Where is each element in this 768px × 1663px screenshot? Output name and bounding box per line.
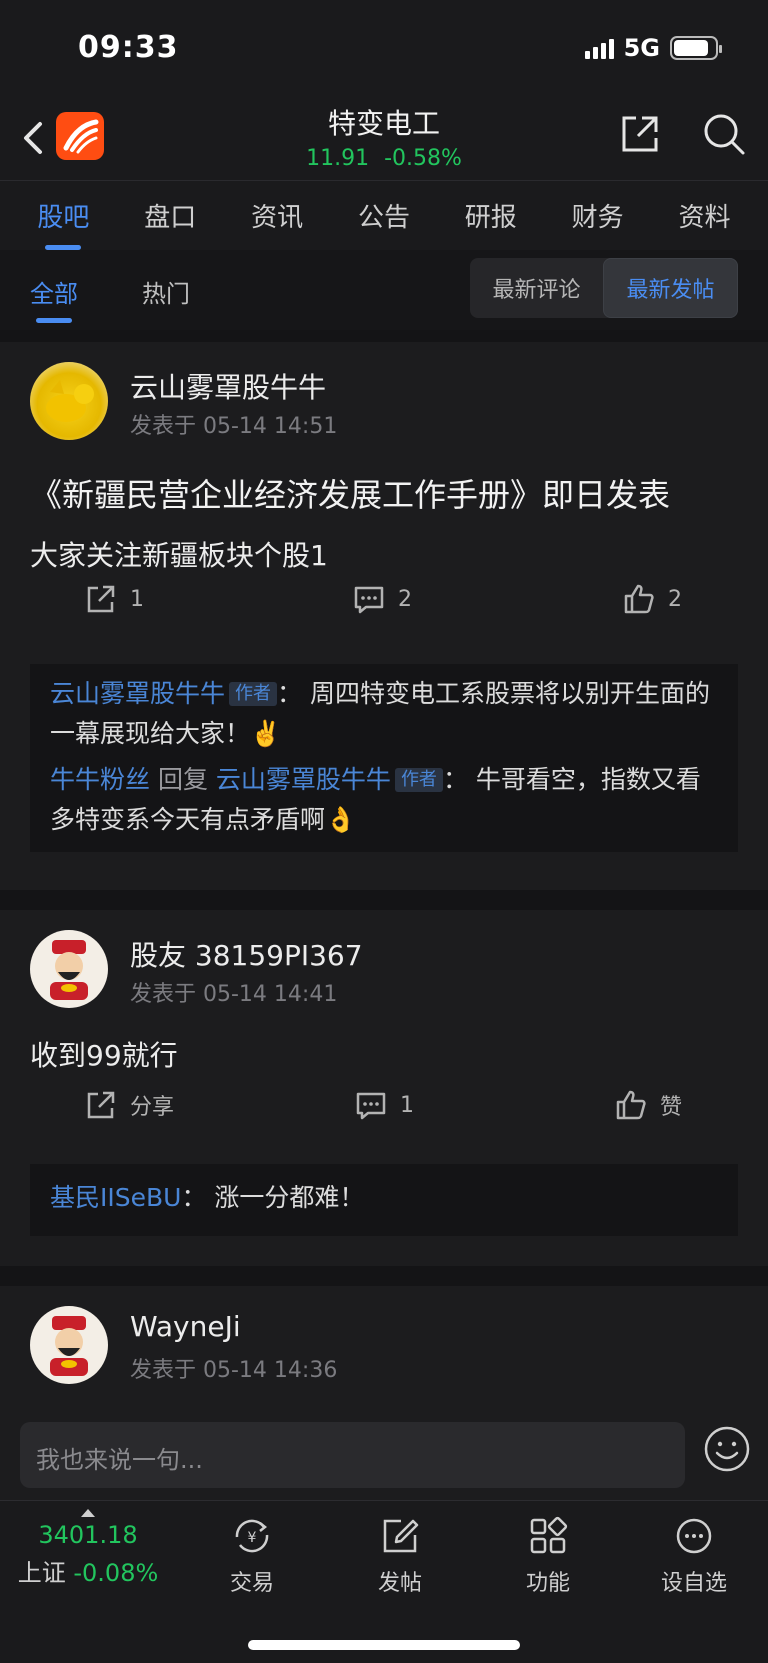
share-icon[interactable] [616, 110, 664, 158]
battery-icon [670, 36, 722, 60]
like-label: 赞 [660, 1095, 683, 1120]
post-like-button[interactable]: 2 [622, 582, 682, 616]
reply-text: ： 涨一分都难！ [181, 1183, 365, 1212]
tab-pankou[interactable]: 盘口 [144, 197, 196, 234]
tab-finance[interactable]: 财务 [572, 197, 624, 234]
index-name: 上证 [17, 1559, 66, 1587]
home-indicator[interactable] [248, 1640, 520, 1650]
subtab-all[interactable]: 全部 [30, 274, 78, 323]
reply-box[interactable]: 基民IISeBU： 涨一分都难！ [30, 1164, 738, 1236]
nav-watchlist-label: 设自选 [660, 1571, 727, 1596]
reply-author[interactable]: 基民IISeBU [50, 1183, 181, 1212]
sort-latest-comment[interactable]: 最新评论 [470, 258, 603, 318]
post-author[interactable]: 云山雾罩股牛牛 [130, 366, 326, 406]
nav-functions[interactable]: 功能 [488, 1515, 608, 1597]
post-author[interactable]: 股友 38159PI367 [130, 934, 363, 974]
status-bar: 09:33 5G [0, 0, 768, 100]
post-time: 发表于 05-14 14:36 [130, 1358, 338, 1383]
network-label: 5G [623, 34, 660, 62]
post-comment-button[interactable]: 1 [354, 1088, 414, 1122]
comment-icon [356, 1092, 386, 1120]
share-icon [87, 1091, 115, 1119]
nav-functions-label: 功能 [525, 1571, 570, 1596]
nav-watchlist[interactable]: 设自选 [634, 1515, 754, 1597]
post-comment-button[interactable]: 2 [352, 582, 412, 616]
grid-icon [530, 1516, 568, 1554]
index-ticker[interactable]: 3401.18 上证 -0.08% [0, 1501, 176, 1611]
tab-profile[interactable]: 资料 [678, 197, 730, 234]
reply-author[interactable]: 牛牛粉丝 [50, 765, 150, 794]
post-share-button[interactable]: 1 [84, 582, 144, 616]
post-author[interactable]: WayneJi [130, 1310, 241, 1343]
tab-announcements[interactable]: 公告 [358, 197, 410, 234]
avatar[interactable] [30, 362, 108, 440]
avatar-image [46, 380, 94, 422]
reply-author[interactable]: 云山雾罩股牛牛 [50, 679, 225, 708]
comment-input[interactable]: 我也来说一句... [20, 1422, 685, 1488]
comment-count: 2 [398, 586, 412, 612]
post-card[interactable]: 股友 38159PI367 发表于 05-14 14:41 收到99就行 分享 … [0, 910, 768, 1266]
bottom-nav: 3401.18 上证 -0.08% ¥ 交易 发帖 功能 设自选 [0, 1500, 768, 1663]
stock-header: 特变电工 11.91 -0.58% [0, 100, 768, 180]
comment-count: 1 [400, 1092, 414, 1118]
sort-latest-post[interactable]: 最新发帖 [603, 258, 738, 318]
thumbs-up-icon [624, 584, 654, 614]
stock-price: 11.91 [306, 146, 370, 171]
sort-toggle: 最新评论 最新发帖 [470, 258, 738, 318]
index-line: 上证 -0.08% [0, 1553, 176, 1588]
author-badge: 作者 [394, 768, 443, 792]
index-change: -0.08% [73, 1559, 159, 1587]
sub-tabs: 全部 热门 最新评论 最新发帖 [0, 250, 768, 330]
post-share-button[interactable]: 分享 [84, 1088, 174, 1122]
main-tabs: 股吧 盘口 资讯 公告 研报 财务 资料 [0, 180, 768, 250]
avatar[interactable] [30, 930, 108, 1008]
author-badge: 作者 [229, 682, 278, 706]
tab-guba[interactable]: 股吧 [37, 197, 89, 250]
reply-box[interactable]: 云山雾罩股牛牛 作者： 周四特变电工系股票将以别开生面的一幕展现给大家！✌️ 牛牛… [30, 664, 738, 852]
emoji-icon[interactable] [702, 1424, 752, 1474]
reply-line: 基民IISeBU： 涨一分都难！ [50, 1178, 718, 1218]
edit-icon [383, 1519, 419, 1553]
status-right: 5G [584, 34, 722, 62]
nav-post[interactable]: 发帖 [340, 1515, 460, 1597]
post-card[interactable]: 云山雾罩股牛牛 发表于 05-14 14:51 《新疆民营企业经济发展工作手册》… [0, 342, 768, 890]
post-title[interactable]: 《新疆民营企业经济发展工作手册》即日发表 [30, 470, 670, 516]
search-icon[interactable] [700, 110, 748, 158]
tab-research[interactable]: 研报 [465, 197, 517, 234]
yuan-exchange-icon: ¥ [235, 1519, 269, 1553]
avatar-image [50, 1316, 88, 1376]
reply-to-label: 回复 [150, 765, 216, 794]
stock-change: -0.58% [384, 146, 462, 171]
post-like-button[interactable]: 赞 [614, 1088, 682, 1122]
share-icon [87, 585, 115, 613]
comment-icon [354, 586, 384, 614]
avatar[interactable] [30, 1306, 108, 1384]
index-value: 3401.18 [38, 1521, 138, 1549]
share-count: 1 [130, 586, 144, 612]
reply-line: 牛牛粉丝 回复 云山雾罩股牛牛 作者： 牛哥看空，指数又看多特变系今天有点矛盾啊👌 [50, 760, 718, 840]
expand-caret-icon [81, 1509, 95, 1517]
reply-target[interactable]: 云山雾罩股牛牛 [216, 765, 391, 794]
share-label: 分享 [130, 1095, 175, 1120]
nav-trade[interactable]: ¥ 交易 [192, 1515, 312, 1597]
thumbs-up-icon [616, 1090, 646, 1120]
avatar-image [50, 940, 88, 1000]
svg-text:¥: ¥ [248, 1530, 257, 1546]
post-actions: 1 2 2 [0, 562, 768, 614]
nav-post-label: 发帖 [377, 1571, 422, 1596]
post-actions: 分享 1 赞 [0, 1068, 768, 1120]
comment-bar: 我也来说一句... [0, 1410, 768, 1500]
like-count: 2 [668, 586, 682, 612]
status-time: 09:33 [78, 30, 179, 65]
tab-news[interactable]: 资讯 [251, 197, 303, 234]
subtab-hot[interactable]: 热门 [142, 274, 190, 309]
post-time: 发表于 05-14 14:41 [130, 982, 338, 1007]
reply-line: 云山雾罩股牛牛 作者： 周四特变电工系股票将以别开生面的一幕展现给大家！✌️ [50, 674, 718, 754]
post-time: 发表于 05-14 14:51 [130, 414, 338, 439]
nav-trade-label: 交易 [229, 1571, 274, 1596]
more-circle-icon [676, 1518, 712, 1554]
signal-icon [584, 37, 614, 59]
post-card[interactable]: WayneJi 发表于 05-14 14:36 [0, 1286, 768, 1410]
